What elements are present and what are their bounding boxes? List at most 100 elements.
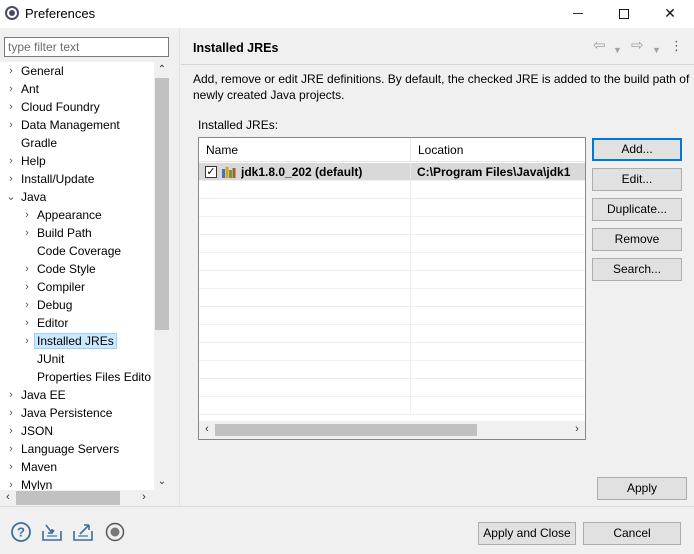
record-icon[interactable] <box>104 521 126 543</box>
column-header-name[interactable]: Name <box>199 138 411 162</box>
search-button[interactable]: Search... <box>592 258 682 281</box>
chevron-right-icon[interactable]: › <box>6 98 16 116</box>
tree-item[interactable]: › Debug <box>22 296 75 314</box>
tree-item-label: JSON <box>21 424 54 438</box>
table-horizontal-scrollbar[interactable]: ‹ › <box>199 421 585 439</box>
filter-input[interactable] <box>4 37 169 57</box>
help-icon[interactable]: ? <box>10 521 32 543</box>
tree-item[interactable]: › Editor <box>22 314 71 332</box>
chevron-right-icon[interactable]: › <box>22 260 32 278</box>
column-header-location[interactable]: Location <box>411 138 585 162</box>
chevron-right-icon[interactable]: › <box>22 296 32 314</box>
chevron-right-icon[interactable]: › <box>6 440 16 458</box>
tree-item-label: Code Style <box>37 262 96 276</box>
chevron-right-icon[interactable]: › <box>22 278 32 296</box>
table-row[interactable]: ✓ jdk1.8.0_202 (default) C:\Program Files\… <box>199 163 585 181</box>
chevron-right-icon[interactable]: › <box>6 170 16 188</box>
apply-button[interactable]: Apply <box>597 477 687 500</box>
edit-button[interactable]: Edit... <box>592 168 682 191</box>
chevron-right-icon[interactable]: › <box>6 386 16 404</box>
tree-item[interactable]: › Data Management <box>6 116 123 134</box>
tree-item[interactable]: Properties Files Edito <box>22 368 154 386</box>
scroll-right-icon[interactable]: › <box>136 490 152 506</box>
scroll-left-icon[interactable]: ‹ <box>199 421 215 439</box>
default-jre-checkbox[interactable]: ✓ <box>205 166 217 178</box>
table-header: Name Location <box>199 138 585 162</box>
chevron-right-icon[interactable]: › <box>6 476 16 490</box>
chevron-right-icon[interactable]: › <box>22 224 32 242</box>
chevron-right-icon[interactable]: › <box>6 152 16 170</box>
tree-item-label: JUnit <box>37 352 65 366</box>
import-icon[interactable] <box>41 521 63 543</box>
scrollbar-thumb[interactable] <box>16 491 120 505</box>
tree-item[interactable]: › Installed JREs <box>22 332 117 350</box>
tree-item[interactable]: › Code Style <box>22 260 99 278</box>
pane-splitter[interactable] <box>179 28 180 506</box>
tree-item[interactable]: › Appearance <box>22 206 105 224</box>
export-icon[interactable] <box>72 521 94 543</box>
chevron-right-icon[interactable]: › <box>6 116 16 134</box>
name-cell <box>199 199 411 217</box>
chevron-down-icon[interactable]: ⌄ <box>6 188 16 206</box>
tree-item[interactable]: › Java Persistence <box>6 404 115 422</box>
tree-item[interactable]: › Compiler <box>22 278 88 296</box>
view-menu-icon[interactable]: ⋮ <box>670 38 683 54</box>
tree-horizontal-scrollbar[interactable]: ‹ › <box>0 490 154 506</box>
tree-item[interactable]: › Cloud Foundry <box>6 98 103 116</box>
dialog-footer: ? Apply and Close Cancel <box>0 507 694 554</box>
minimize-icon <box>573 13 583 14</box>
chevron-right-icon[interactable]: › <box>22 314 32 332</box>
add-button[interactable]: Add... <box>592 138 682 161</box>
back-menu-icon[interactable]: ▼ <box>613 42 622 58</box>
chevron-right-icon[interactable]: › <box>6 422 16 440</box>
tree-item[interactable]: › JSON <box>6 422 56 440</box>
chevron-right-icon[interactable]: › <box>6 80 16 98</box>
scroll-up-icon[interactable]: ⌃ <box>154 62 170 78</box>
minimize-button[interactable] <box>555 0 601 28</box>
tree-item[interactable]: Gradle <box>6 134 60 152</box>
chevron-right-icon[interactable]: › <box>6 62 16 80</box>
tree-item[interactable]: › Build Path <box>22 224 95 242</box>
scrollbar-thumb[interactable] <box>155 78 169 330</box>
duplicate-button[interactable]: Duplicate... <box>592 198 682 221</box>
tree-item-label: Java <box>21 190 47 204</box>
tree-item[interactable]: JUnit <box>22 350 67 368</box>
apply-and-close-button[interactable]: Apply and Close <box>478 522 576 545</box>
tree-item-label: Java Persistence <box>21 406 113 420</box>
tree-item[interactable]: › Maven <box>6 458 60 476</box>
scrollbar-thumb[interactable] <box>215 424 477 436</box>
tree-item[interactable]: Code Coverage <box>22 242 124 260</box>
tree-item[interactable]: › Mylyn <box>6 476 55 490</box>
tree-item[interactable]: ⌄ Java <box>6 188 49 206</box>
empty-table-row <box>199 361 585 379</box>
scroll-right-icon[interactable]: › <box>569 421 585 439</box>
tree-item[interactable]: › Install/Update <box>6 170 97 188</box>
tree-item[interactable]: › Ant <box>6 80 42 98</box>
remove-button[interactable]: Remove <box>592 228 682 251</box>
jre-location: C:\Program Files\Java\jdk1 <box>417 165 571 179</box>
chevron-right-icon[interactable]: › <box>6 404 16 422</box>
tree-item[interactable]: › Help <box>6 152 49 170</box>
empty-table-row <box>199 199 585 217</box>
tree-item-label: Install/Update <box>21 172 95 186</box>
chevron-right-icon[interactable]: › <box>22 332 32 350</box>
tree-item-label: Appearance <box>37 208 102 222</box>
tree-item[interactable]: › General <box>6 62 67 80</box>
forward-icon[interactable]: ⇨ <box>631 38 644 54</box>
page-header: Installed JREs ⇦ ▼ ⇨ ▼ ⋮ <box>181 28 694 66</box>
name-cell <box>199 379 411 397</box>
tree-vertical-scrollbar[interactable]: ⌃ ⌄ <box>154 62 170 490</box>
scroll-left-icon[interactable]: ‹ <box>0 490 16 506</box>
chevron-right-icon[interactable]: › <box>22 206 32 224</box>
chevron-right-icon[interactable]: › <box>6 458 16 476</box>
tree-item[interactable]: › Language Servers <box>6 440 122 458</box>
tree-item[interactable]: › Java EE <box>6 386 69 404</box>
jre-name: jdk1.8.0_202 (default) <box>241 165 363 179</box>
back-icon[interactable]: ⇦ <box>593 38 606 54</box>
maximize-button[interactable] <box>601 0 647 28</box>
cancel-button[interactable]: Cancel <box>583 522 681 545</box>
close-button[interactable]: ✕ <box>647 0 693 28</box>
scroll-down-icon[interactable]: ⌄ <box>154 474 170 490</box>
page-title: Installed JREs <box>193 41 279 55</box>
forward-menu-icon[interactable]: ▼ <box>652 42 661 58</box>
